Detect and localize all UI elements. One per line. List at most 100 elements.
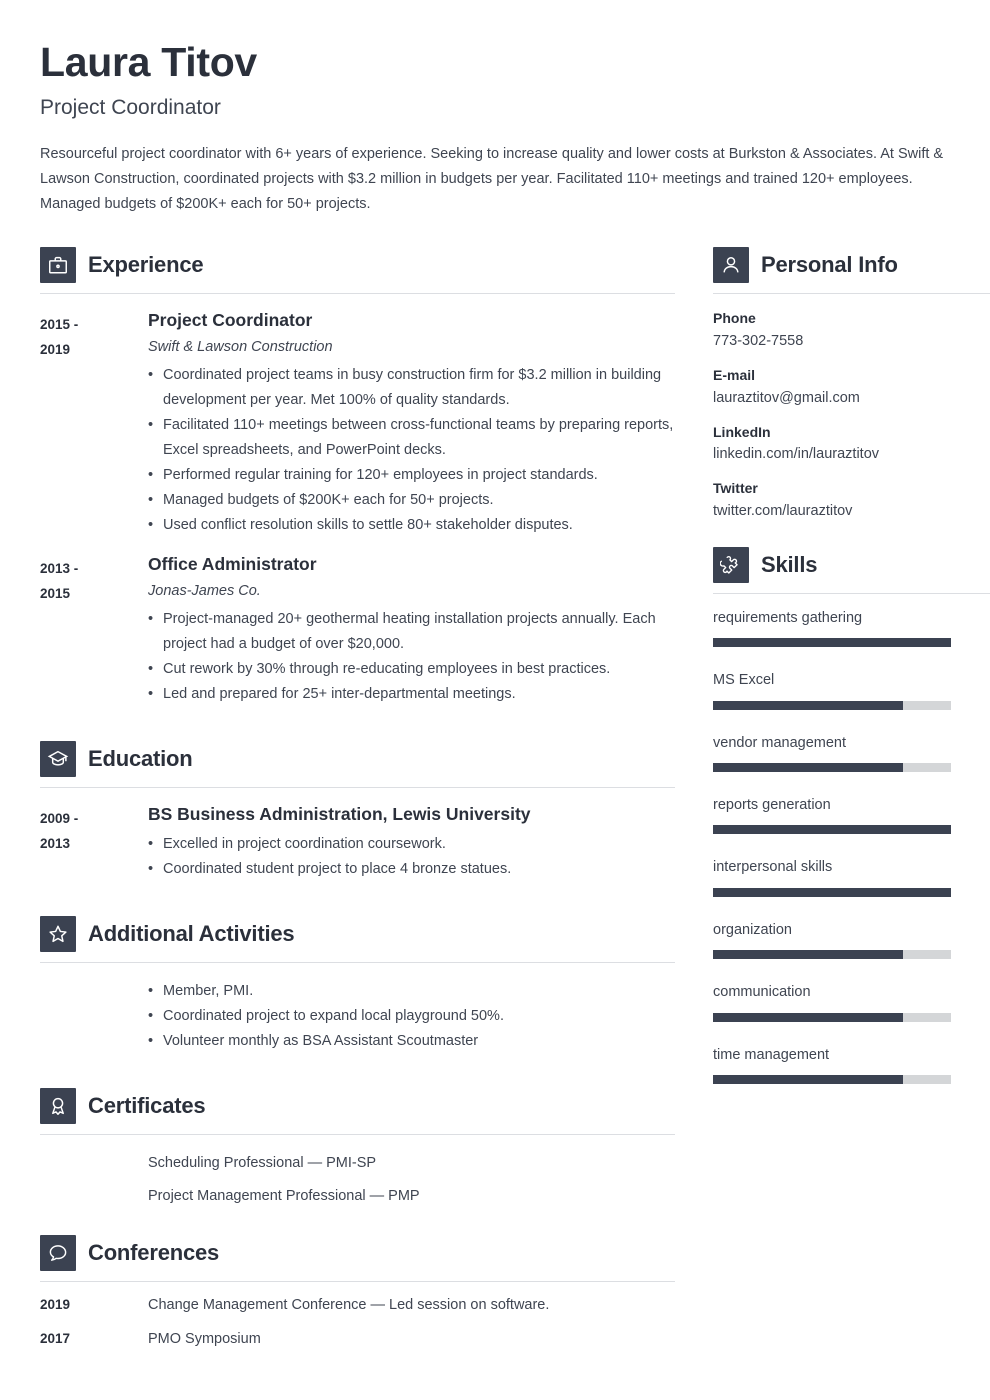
skill-item: vendor management	[713, 735, 990, 773]
bullet-item: Performed regular training for 120+ empl…	[148, 463, 675, 488]
bullet-item: Excelled in project coordination coursew…	[148, 832, 675, 857]
section-header-activities: Additional Activities	[40, 912, 675, 952]
briefcase-icon	[40, 247, 76, 284]
section-title-experience: Experience	[88, 252, 204, 278]
date-end: 2015	[40, 586, 71, 601]
skill-item: interpersonal skills	[713, 859, 990, 897]
graduation-cap-icon	[40, 740, 76, 777]
skill-level-track	[713, 638, 951, 648]
skill-name: reports generation	[713, 797, 831, 814]
speech-bubble-icon	[40, 1234, 76, 1271]
info-value-twitter[interactable]: twitter.com/lauraztitov	[713, 502, 990, 521]
star-icon	[40, 915, 76, 952]
section-title-education: Education	[88, 745, 193, 771]
skill-level-track	[713, 1074, 951, 1084]
experience-entry: 2013 - 2015 Office Administrator Jonas-J…	[40, 554, 675, 707]
experience-entry: 2015 - 2019 Project Coordinator Swift & …	[40, 310, 675, 538]
skill-level-fill	[713, 638, 951, 648]
experience-bullets: Project-managed 20+ geothermal heating i…	[148, 607, 675, 707]
experience-role: Project Coordinator	[148, 310, 313, 331]
info-group-email: E-mail lauraztitov@gmail.com	[713, 367, 990, 408]
conference-row: 2019 Change Management Conference — Led …	[40, 1294, 675, 1316]
section-header-conferences: Conferences	[40, 1231, 675, 1271]
section-certificates: Certificates Scheduling Professional — P…	[40, 1084, 675, 1209]
bullet-item: Coordinated project teams in busy constr…	[148, 363, 675, 413]
date-end: 2019	[40, 342, 71, 358]
skill-item: requirements gathering	[713, 609, 990, 648]
experience-organization: Jonas-James Co.	[148, 582, 261, 599]
professional-summary: Resourceful project coordinator with 6+ …	[40, 146, 944, 213]
info-value-linkedin[interactable]: linkedin.com/in/lauraztitov	[713, 445, 990, 464]
activities-details: Member, PMI. Coordinated project to expa…	[148, 979, 675, 1054]
info-group-phone: Phone 773-302-7558	[713, 310, 990, 351]
puzzle-piece-icon	[713, 546, 749, 583]
info-label: Twitter	[713, 480, 758, 497]
experience-role: Office Administrator	[148, 554, 317, 574]
skill-item: MS Excel	[713, 672, 990, 710]
info-value-email[interactable]: lauraztitov@gmail.com	[713, 389, 990, 408]
section-divider	[40, 961, 675, 963]
certificate-item: Scheduling Professional — PMI-SP	[148, 1154, 377, 1171]
section-divider	[40, 1280, 675, 1282]
date-start: 2013 -	[40, 561, 79, 576]
section-title-personal-info: Personal Info	[761, 252, 898, 278]
skills-list: requirements gathering MS Excel vendor m…	[713, 610, 990, 1084]
info-value-phone[interactable]: 773-302-7558	[713, 332, 990, 351]
candidate-name: Laura Titov	[40, 39, 257, 85]
section-title-activities: Additional Activities	[88, 920, 295, 946]
skill-level-track	[713, 950, 951, 960]
skill-level-fill	[713, 825, 951, 835]
bullet-item: Cut rework by 30% through re-educating e…	[148, 657, 675, 682]
skill-item: organization	[713, 922, 990, 960]
skill-name: requirements gathering	[713, 609, 863, 626]
activities-bullets: Member, PMI. Coordinated project to expa…	[148, 979, 675, 1054]
skill-level-track	[713, 763, 951, 773]
experience-dates: 2015 - 2019	[40, 310, 148, 538]
info-label: Phone	[713, 310, 756, 327]
section-conferences: Conferences 2019 Change Management Confe…	[40, 1231, 675, 1350]
section-skills: Skills requirements gathering MS Excel v…	[713, 543, 990, 1084]
skill-level-fill	[713, 887, 951, 897]
section-divider	[713, 293, 990, 295]
education-degree: BS Business Administration, Lewis Univer…	[148, 803, 531, 824]
skill-name: time management	[713, 1046, 830, 1063]
skill-level-fill	[713, 763, 904, 773]
activities-date-spacer	[40, 979, 148, 1054]
bullet-item: Project-managed 20+ geothermal heating i…	[148, 607, 675, 657]
section-header-personal-info: Personal Info	[713, 243, 990, 284]
bullet-item: Led and prepared for 25+ inter-departmen…	[148, 682, 675, 707]
bullet-item: Coordinated student project to place 4 b…	[148, 857, 675, 882]
main-column: Experience 2015 - 2019 Project Coordinat…	[40, 243, 675, 1349]
conference-text: PMO Symposium	[148, 1330, 261, 1347]
section-header-education: Education	[40, 737, 675, 777]
skill-level-track	[713, 825, 951, 835]
experience-organization: Swift & Lawson Construction	[148, 339, 333, 356]
candidate-job-title: Project Coordinator	[40, 96, 221, 120]
person-icon	[713, 247, 749, 284]
info-group-twitter: Twitter twitter.com/lauraztitov	[713, 480, 990, 521]
section-additional-activities: Additional Activities Member, PMI. Coord…	[40, 912, 675, 1054]
education-bullets: Excelled in project coordination coursew…	[148, 832, 675, 882]
certificate-item: Project Management Professional — PMP	[148, 1187, 420, 1204]
resume-page: Laura Titov Project Coordinator Resource…	[0, 0, 990, 1400]
resume-columns: Experience 2015 - 2019 Project Coordinat…	[40, 243, 990, 1349]
info-group-linkedin: LinkedIn linkedin.com/in/lauraztitov	[713, 424, 990, 465]
section-divider	[40, 293, 675, 295]
bullet-item: Managed budgets of $200K+ each for 50+ p…	[148, 488, 675, 513]
skill-level-track	[713, 887, 951, 897]
sidebar-column: Personal Info Phone 773-302-7558 E-mail …	[713, 243, 990, 1084]
experience-dates: 2013 - 2015	[40, 554, 148, 707]
bullet-item: Facilitated 110+ meetings between cross-…	[148, 413, 675, 463]
section-header-skills: Skills	[713, 543, 990, 583]
skill-level-track	[713, 1012, 951, 1022]
skill-name: MS Excel	[713, 672, 775, 689]
skill-name: communication	[713, 984, 811, 1001]
section-title-conferences: Conferences	[88, 1239, 220, 1265]
skill-name: interpersonal skills	[713, 859, 833, 876]
section-header-experience: Experience	[40, 243, 675, 284]
certificates-details: Scheduling Professional — PMI-SP Project…	[148, 1151, 675, 1209]
